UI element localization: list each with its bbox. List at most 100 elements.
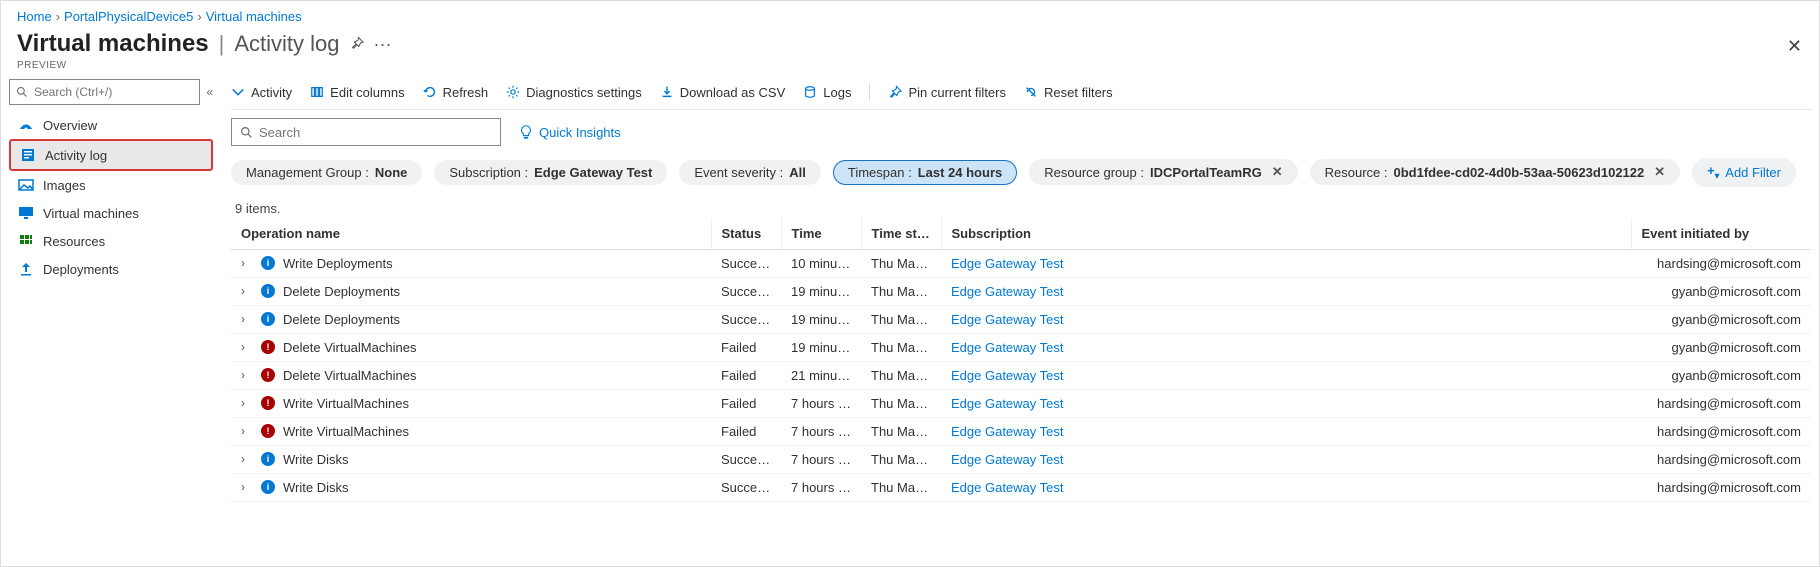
gear-icon — [506, 85, 520, 99]
filter-resource-group[interactable]: Resource group : IDCPortalTeamRG✕ — [1029, 159, 1297, 185]
close-icon[interactable]: ✕ — [1787, 36, 1802, 57]
activity-search-input[interactable] — [231, 118, 501, 146]
timestamp-cell: Thu May 27… — [861, 473, 941, 501]
operation-name: Delete Deployments — [283, 284, 400, 299]
reset-filters-button[interactable]: Reset filters — [1024, 85, 1113, 100]
time-cell: 10 minutes … — [781, 249, 861, 277]
subscription-link[interactable]: Edge Gateway Test — [951, 396, 1064, 411]
operation-name: Delete VirtualMachines — [283, 368, 416, 383]
sidebar-item-resources[interactable]: Resources — [9, 227, 213, 255]
table-row[interactable]: ›iDelete DeploymentsSucceeded19 minutes … — [231, 277, 1811, 305]
pin-icon[interactable] — [350, 36, 364, 53]
subscription-link[interactable]: Edge Gateway Test — [951, 256, 1064, 271]
status-info-icon: i — [261, 312, 275, 326]
diagnostics-settings-button[interactable]: Diagnostics settings — [506, 85, 642, 100]
logs-button[interactable]: Logs — [803, 85, 851, 100]
breadcrumb-link[interactable]: Home — [17, 9, 52, 24]
activity-search-field[interactable] — [259, 125, 492, 140]
table-row[interactable]: ›iWrite DisksSucceeded7 hours agoThu May… — [231, 473, 1811, 501]
chevron-right-icon[interactable]: › — [241, 396, 253, 410]
table-row[interactable]: ›!Write VirtualMachinesFailed7 hours ago… — [231, 389, 1811, 417]
page-subtitle: Activity log — [234, 31, 339, 57]
toolbar-label: Edit columns — [330, 85, 404, 100]
sidebar-item-deployments[interactable]: Deployments — [9, 255, 213, 283]
chevron-right-icon[interactable]: › — [241, 368, 253, 382]
subscription-link[interactable]: Edge Gateway Test — [951, 340, 1064, 355]
timestamp-cell: Thu May 27… — [861, 333, 941, 361]
sidebar-search-input[interactable] — [9, 79, 200, 105]
remove-filter-icon[interactable]: ✕ — [1272, 164, 1283, 180]
status-error-icon: ! — [261, 340, 275, 354]
subscription-link[interactable]: Edge Gateway Test — [951, 368, 1064, 383]
chevron-right-icon[interactable]: › — [241, 312, 253, 326]
table-row[interactable]: ›!Delete VirtualMachinesFailed21 minutes… — [231, 361, 1811, 389]
timestamp-cell: Thu May 27… — [861, 249, 941, 277]
filter-value: Edge Gateway Test — [534, 165, 652, 180]
column-operation-name[interactable]: Operation name — [231, 218, 711, 250]
sidebar-item-label: Virtual machines — [43, 206, 139, 221]
refresh-button[interactable]: Refresh — [423, 85, 489, 100]
sidebar-item-virtual-machines[interactable]: Virtual machines — [9, 199, 213, 227]
breadcrumb-link[interactable]: Virtual machines — [206, 9, 302, 24]
column-event-initiated-by[interactable]: Event initiated by — [1631, 218, 1811, 250]
breadcrumb-link[interactable]: PortalPhysicalDevice5 — [64, 9, 193, 24]
status-info-icon: i — [261, 284, 275, 298]
page-title: Virtual machines — [17, 30, 209, 58]
column-time-stamp[interactable]: Time stamp — [861, 218, 941, 250]
chevron-right-icon[interactable]: › — [241, 340, 253, 354]
status-cell: Failed — [711, 361, 781, 389]
timestamp-cell: Thu May 27… — [861, 361, 941, 389]
filter-value: Last 24 hours — [918, 165, 1003, 180]
sidebar-item-activity-log[interactable]: Activity log — [9, 139, 213, 171]
column-status[interactable]: Status — [711, 218, 781, 250]
remove-filter-icon[interactable]: ✕ — [1654, 164, 1665, 180]
add-filter-button[interactable]: +▾ Add Filter — [1692, 158, 1796, 187]
column-time[interactable]: Time — [781, 218, 861, 250]
chevron-right-icon[interactable]: › — [241, 256, 253, 270]
subscription-link[interactable]: Edge Gateway Test — [951, 312, 1064, 327]
download-as-csv-button[interactable]: Download as CSV — [660, 85, 786, 100]
sidebar-item-overview[interactable]: Overview — [9, 111, 213, 139]
activity-button[interactable]: Activity — [231, 85, 292, 100]
chevron-right-icon[interactable]: › — [241, 452, 253, 466]
search-icon — [240, 126, 253, 139]
pin-current-filters-button[interactable]: Pin current filters — [888, 85, 1006, 100]
subscription-link[interactable]: Edge Gateway Test — [951, 284, 1064, 299]
operation-name: Write Disks — [283, 480, 348, 495]
time-cell: 7 hours ago — [781, 473, 861, 501]
table-row[interactable]: ›iDelete DeploymentsSucceeded19 minutes … — [231, 305, 1811, 333]
filter-event-severity[interactable]: Event severity : All — [679, 160, 821, 185]
chevron-right-icon[interactable]: › — [241, 480, 253, 494]
download-icon — [660, 85, 674, 99]
sidebar-item-images[interactable]: Images — [9, 171, 213, 199]
chevron-icon — [231, 85, 245, 99]
table-row[interactable]: ›!Write VirtualMachinesFailed7 hours ago… — [231, 417, 1811, 445]
table-row[interactable]: ›!Delete VirtualMachinesFailed19 minutes… — [231, 333, 1811, 361]
table-row[interactable]: ›iWrite DisksSucceeded7 hours agoThu May… — [231, 445, 1811, 473]
initiated-by-cell: gyanb@microsoft.com — [1631, 361, 1811, 389]
subscription-link[interactable]: Edge Gateway Test — [951, 424, 1064, 439]
more-icon[interactable]: ··· — [374, 34, 392, 55]
vm-icon — [17, 205, 35, 221]
filter-label: Resource : — [1325, 165, 1388, 180]
filter-timespan[interactable]: Timespan : Last 24 hours — [833, 160, 1017, 185]
status-info-icon: i — [261, 452, 275, 466]
chevron-right-icon[interactable]: › — [241, 424, 253, 438]
initiated-by-cell: hardsing@microsoft.com — [1631, 249, 1811, 277]
subscription-link[interactable]: Edge Gateway Test — [951, 480, 1064, 495]
chevron-right-icon[interactable]: › — [241, 284, 253, 298]
toolbar-label: Diagnostics settings — [526, 85, 642, 100]
filter-management-group[interactable]: Management Group : None — [231, 160, 422, 185]
filter-label: Timespan : — [848, 165, 912, 180]
edit-columns-button[interactable]: Edit columns — [310, 85, 404, 100]
sidebar-search-field[interactable] — [34, 85, 193, 99]
filter-resource[interactable]: Resource : 0bd1fdee-cd02-4d0b-53aa-50623… — [1310, 159, 1681, 185]
log-icon — [19, 147, 37, 163]
subscription-link[interactable]: Edge Gateway Test — [951, 452, 1064, 467]
quick-insights-link[interactable]: Quick Insights — [519, 125, 621, 140]
filter-subscription[interactable]: Subscription : Edge Gateway Test — [434, 160, 667, 185]
operation-name: Write Disks — [283, 452, 348, 467]
column-subscription[interactable]: Subscription — [941, 218, 1631, 250]
collapse-sidebar-icon[interactable]: « — [206, 85, 213, 99]
table-row[interactable]: ›iWrite DeploymentsSucceeded10 minutes …… — [231, 249, 1811, 277]
